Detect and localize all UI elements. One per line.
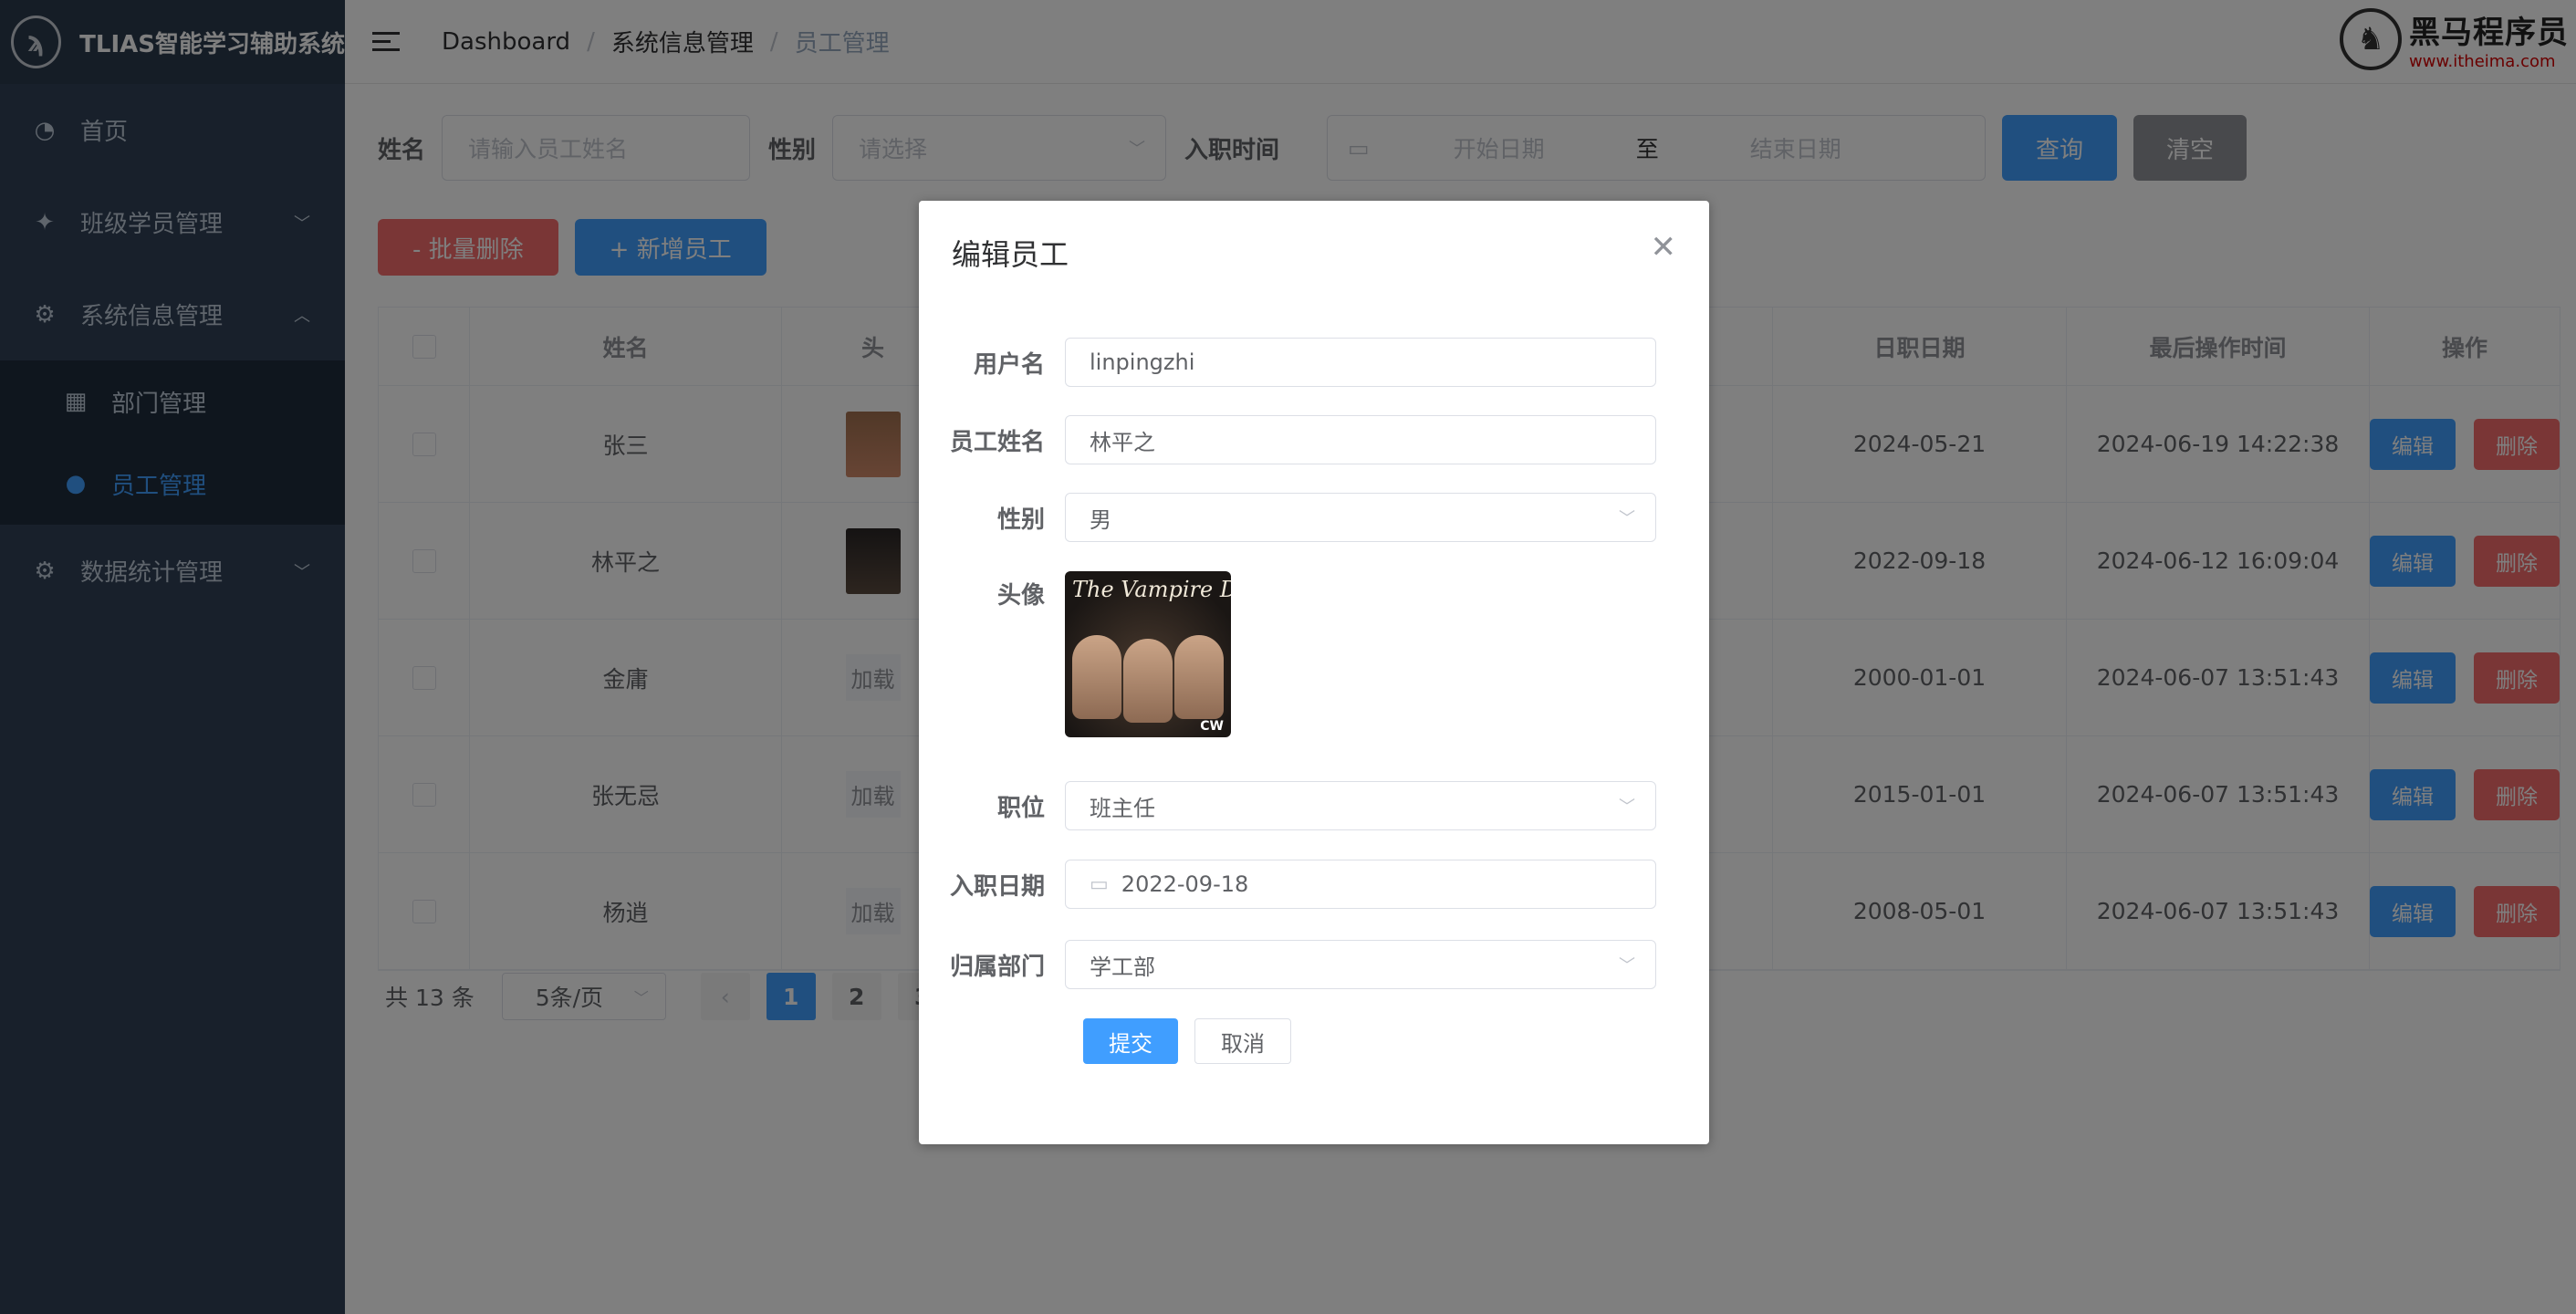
form-row-dept: 归属部门 学工部 ﹀ xyxy=(919,940,1709,989)
job-select[interactable]: 班主任 ﹀ xyxy=(1065,781,1656,830)
avatar-label: 头像 xyxy=(996,582,1045,610)
dialog-buttons: 提交 取消 xyxy=(1083,1018,1291,1064)
form-row-gender: 性别 男 ﹀ xyxy=(919,493,1709,542)
cancel-button[interactable]: 取消 xyxy=(1194,1018,1291,1064)
name-label: 员工姓名 xyxy=(949,428,1045,456)
edit-employee-dialog: 编辑员工 ✕ 用户名 linpingzhi 员工姓名 林平之 性别 男 ﹀ 头像… xyxy=(919,201,1709,1144)
submit-button[interactable]: 提交 xyxy=(1083,1018,1178,1064)
form-row-entry-date: 入职日期 ▭ 2022-09-18 xyxy=(919,860,1709,909)
avatar-upload-image[interactable]: The Vampire Diaries CW xyxy=(1065,571,1231,737)
form-row-name: 员工姓名 林平之 xyxy=(919,415,1709,464)
form-row-avatar: 头像 The Vampire Diaries CW xyxy=(919,571,1709,737)
job-value: 班主任 xyxy=(1090,795,1155,821)
employee-name-field[interactable]: 林平之 xyxy=(1065,415,1656,464)
gender-label: 性别 xyxy=(996,506,1045,534)
chevron-down-icon: ﹀ xyxy=(1619,956,1635,975)
close-icon[interactable]: ✕ xyxy=(1651,232,1677,263)
entry-date-value: 2022-09-18 xyxy=(1121,871,1249,897)
chevron-down-icon: ﹀ xyxy=(1619,798,1635,817)
username-label: 用户名 xyxy=(973,350,1045,379)
employee-name-value: 林平之 xyxy=(1090,429,1155,455)
calendar-icon: ▭ xyxy=(1090,872,1109,896)
avatar-badge: CW xyxy=(1200,719,1224,734)
gender-select[interactable]: 男 ﹀ xyxy=(1065,493,1656,542)
dept-value: 学工部 xyxy=(1090,954,1155,980)
avatar-caption: The Vampire Diaries xyxy=(1072,577,1231,602)
username-field[interactable]: linpingzhi xyxy=(1065,338,1656,387)
form-row-username: 用户名 linpingzhi xyxy=(919,338,1709,387)
entry-date-picker[interactable]: ▭ 2022-09-18 xyxy=(1065,860,1656,909)
dept-label: 归属部门 xyxy=(949,953,1045,981)
gender-value: 男 xyxy=(1090,506,1111,533)
chevron-down-icon: ﹀ xyxy=(1619,509,1635,528)
job-label: 职位 xyxy=(996,794,1045,822)
dept-select[interactable]: 学工部 ﹀ xyxy=(1065,940,1656,989)
dialog-title: 编辑员工 xyxy=(952,237,1069,272)
username-value: linpingzhi xyxy=(1090,349,1195,375)
form-row-job: 职位 班主任 ﹀ xyxy=(919,781,1709,830)
entry-date-label: 入职日期 xyxy=(949,872,1045,901)
